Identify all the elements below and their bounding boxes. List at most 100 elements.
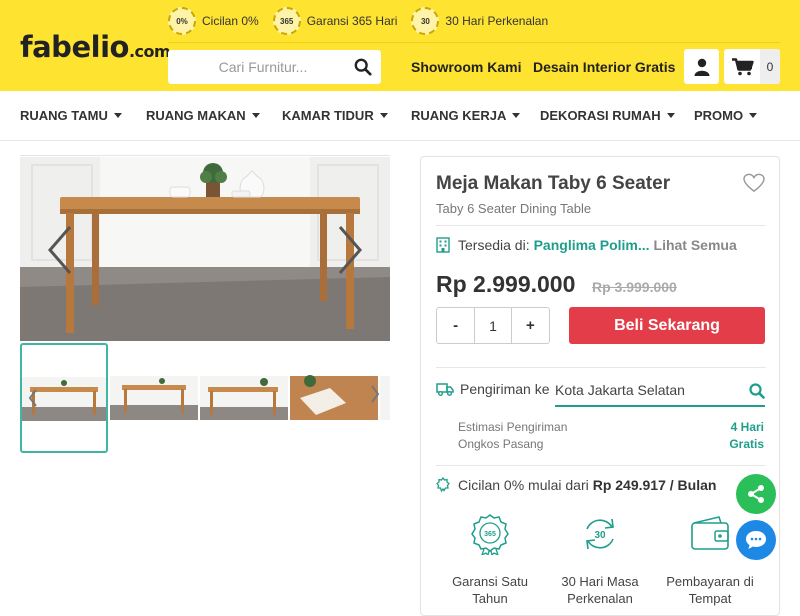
account-button[interactable] (684, 49, 719, 84)
install-fee-value: Gratis (729, 437, 764, 451)
caret-down-icon (113, 113, 122, 118)
thumbnail-4[interactable] (290, 343, 378, 453)
shipping-label-row: Pengiriman ke (436, 381, 550, 397)
installment-text: Cicilan 0% mulai dari (458, 477, 589, 493)
quantity-decrease-button[interactable]: - (437, 308, 474, 343)
caret-down-icon (666, 113, 675, 118)
dining-table-image (20, 157, 390, 341)
thumbnail-3[interactable] (200, 343, 288, 453)
feature-label: 30 Hari Masa Perkenalan (561, 574, 639, 606)
product-title: Meja Makan Taby 6 Seater (436, 173, 671, 194)
installment-row: Cicilan 0% mulai dari Rp 249.917 / Bulan (436, 477, 716, 493)
thumbnail-image (380, 376, 390, 420)
thumbnail-next-icon[interactable] (370, 385, 380, 403)
thumbnail-image (200, 376, 288, 420)
showroom-link[interactable]: Showroom Kami (411, 59, 521, 75)
thumbnail-prev-icon[interactable] (28, 389, 38, 407)
feature-warranty: 365 Garansi Satu Tahun (435, 513, 545, 607)
building-icon (436, 237, 450, 253)
divider (436, 225, 766, 226)
cart-button[interactable]: 0 (724, 49, 780, 84)
category-nav: RUANG TAMU RUANG MAKAN KAMAR TIDUR RUANG… (0, 91, 800, 141)
availability-row: Tersedia di: Panglima Polim... Lihat Sem… (436, 237, 737, 253)
shipping-destination-field[interactable]: Kota Jakarta Selatan (555, 373, 765, 407)
header-divider (168, 42, 780, 43)
chat-button[interactable] (736, 520, 776, 560)
product-subtitle: Taby 6 Seater Dining Table (436, 201, 592, 216)
thumbnail-2[interactable] (110, 343, 198, 453)
perk-garansi: 365 Garansi 365 Hari (272, 7, 398, 35)
thumbnail-image (290, 375, 378, 420)
interior-design-link[interactable]: Desain Interior Gratis (533, 59, 675, 75)
divider (436, 465, 766, 466)
product-info-panel: Meja Makan Taby 6 Seater Taby 6 Seater D… (420, 156, 780, 616)
cart-icon (732, 57, 754, 75)
nav-ruang-makan[interactable]: RUANG MAKAN (146, 108, 260, 123)
feature-label: Pembayaran di Tempat (666, 574, 754, 606)
estimate-value: 4 Hari (730, 420, 764, 434)
wallet-icon (691, 516, 729, 550)
perk-label: 30 Hari Perkenalan (445, 14, 549, 28)
buy-now-button[interactable]: Beli Sekarang (569, 307, 765, 344)
perks-bar: 0% Cicilan 0% 365 Garansi 365 Hari 30 30… (168, 6, 562, 36)
zero-percent-icon: 0% (168, 7, 196, 35)
svg-text:365: 365 (484, 531, 496, 538)
warranty-badge-icon: 365 (471, 514, 509, 557)
thumbnail-5[interactable] (380, 343, 390, 453)
fabelio-logo[interactable]: fabelio.com (20, 30, 171, 64)
caret-down-icon (251, 113, 260, 118)
nav-ruang-kerja[interactable]: RUANG KERJA (411, 108, 521, 123)
gallery-top-divider (20, 155, 390, 156)
quantity-input[interactable]: 1 (474, 308, 512, 343)
nav-promo[interactable]: PROMO (694, 108, 758, 123)
user-icon (694, 58, 709, 76)
installment-amount: Rp 249.917 / Bulan (592, 477, 717, 493)
chat-bubble-icon (746, 531, 766, 549)
divider (436, 367, 766, 368)
refresh-icon: 30 (586, 518, 614, 550)
perk-label: Cicilan 0% (202, 14, 259, 28)
search-icon[interactable] (354, 58, 372, 76)
perk-label: Garansi 365 Hari (306, 14, 398, 28)
search-input[interactable] (178, 50, 348, 84)
top-header: fabelio.com 0% Cicilan 0% 365 Garansi 36… (0, 0, 800, 91)
search-icon[interactable] (749, 383, 765, 399)
caret-down-icon (379, 113, 388, 118)
cart-count-badge: 0 (760, 49, 780, 84)
install-fee-label: Ongkos Pasang (458, 437, 544, 451)
thumbnail-strip (20, 343, 390, 453)
estimate-label: Estimasi Pengiriman (458, 420, 568, 434)
caret-down-icon (512, 113, 521, 118)
truck-icon (436, 383, 454, 396)
current-price: Rp 2.999.000 (436, 271, 576, 297)
nav-kamar-tidur[interactable]: KAMAR TIDUR (282, 108, 388, 123)
thumbnail-image (110, 376, 198, 420)
quantity-increase-button[interactable]: + (512, 308, 549, 343)
calendar-30-icon: 30 (411, 7, 440, 35)
shipping-label: Pengiriman ke (460, 381, 550, 397)
store-location-link[interactable]: Panglima Polim... (534, 237, 650, 253)
share-button[interactable] (736, 474, 776, 514)
availability-label: Tersedia di: (458, 237, 530, 253)
search-box (168, 50, 381, 84)
share-icon (748, 485, 764, 503)
caret-down-icon (749, 113, 758, 118)
nav-dekorasi-rumah[interactable]: DEKORASI RUMAH (540, 108, 675, 123)
next-image-arrow-icon[interactable] (336, 225, 364, 275)
warranty-365-icon: 365 (272, 7, 301, 35)
feature-label: Garansi Satu Tahun (452, 574, 528, 606)
shipping-destination-value: Kota Jakarta Selatan (555, 382, 685, 398)
see-all-stores-link[interactable]: Lihat Semua (654, 237, 737, 253)
nav-ruang-tamu[interactable]: RUANG TAMU (20, 108, 122, 123)
thumbnail-1[interactable] (20, 343, 108, 453)
installment-icon (436, 477, 450, 493)
perk-cicilan: 0% Cicilan 0% (168, 7, 259, 35)
perk-perkenalan: 30 30 Hari Perkenalan (411, 7, 548, 35)
original-price: Rp 3.999.000 (592, 279, 677, 295)
feature-trial: 30 30 Hari Masa Perkenalan (545, 513, 655, 607)
product-image-main[interactable] (20, 157, 390, 341)
wishlist-heart-icon[interactable] (743, 173, 765, 193)
previous-image-arrow-icon[interactable] (46, 225, 74, 275)
svg-text:30: 30 (594, 530, 606, 541)
quantity-stepper: - 1 + (436, 307, 550, 344)
